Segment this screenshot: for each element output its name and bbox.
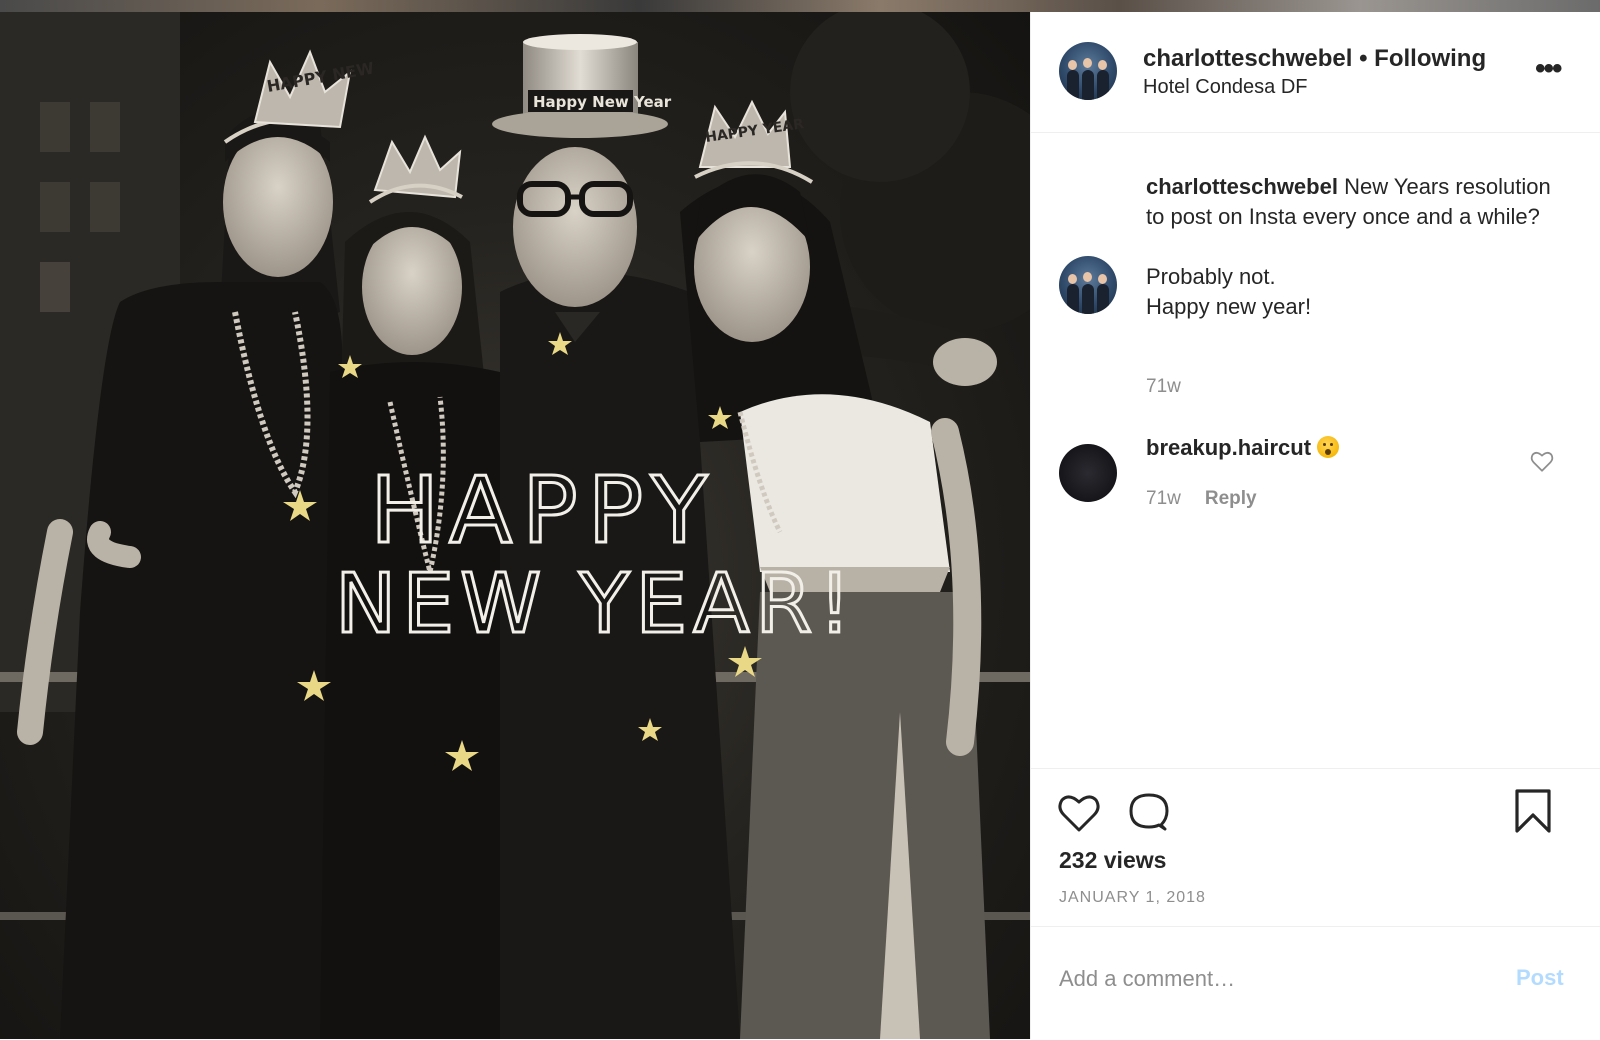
follow-separator: •	[1352, 45, 1375, 72]
handwritten-new-year-text: NEW YEAR!	[335, 557, 857, 652]
post-comment-button[interactable]: Post	[1516, 965, 1564, 991]
commenter-username-link[interactable]: breakup.haircut	[1146, 435, 1311, 460]
caption-text-line2: Probably not.	[1146, 264, 1276, 289]
post-caption: charlotteschwebel New Years resolution t…	[1146, 172, 1566, 322]
post-actions: 232 views JANUARY 1, 2018	[1031, 768, 1600, 939]
hushed-face-emoji-icon	[1317, 436, 1340, 458]
post-photo[interactable]: HAPPY NEW Happy New Year HAPPY YEAR HAPP…	[0, 12, 1030, 1039]
comment-meta: 71w Reply	[1146, 488, 1257, 510]
tiara-middle	[368, 134, 463, 204]
caption-timestamp[interactable]: 71w	[1146, 376, 1181, 398]
reply-button[interactable]: Reply	[1205, 488, 1257, 509]
commenter-avatar[interactable]	[1059, 444, 1117, 502]
caption-text-line3: Happy new year!	[1146, 294, 1312, 319]
add-comment-input[interactable]	[1059, 961, 1479, 997]
photo-scene: HAPPY NEW Happy New Year HAPPY YEAR HAPP…	[0, 12, 1030, 1039]
comment-timestamp[interactable]: 71w	[1146, 488, 1181, 509]
handwritten-happy-text: HAPPY	[370, 457, 717, 564]
caption-username-link[interactable]: charlotteschwebel	[1146, 174, 1338, 199]
comment-bubble-icon[interactable]	[1123, 789, 1171, 837]
add-comment-bar: Post	[1031, 926, 1600, 1040]
like-heart-icon[interactable]	[1055, 789, 1103, 837]
location-link[interactable]: Hotel Condesa DF	[1143, 76, 1308, 99]
author-username-row: charlotteschwebel • Following	[1143, 45, 1486, 73]
following-button[interactable]: Following	[1374, 45, 1486, 72]
save-bookmark-icon[interactable]	[1513, 787, 1553, 835]
hat-text: Happy New Year	[533, 93, 672, 111]
post-header: charlotteschwebel • Following Hotel Cond…	[1031, 12, 1600, 133]
comment-row: breakup.haircut	[1146, 435, 1340, 461]
author-username-link[interactable]: charlotteschwebel	[1143, 45, 1352, 72]
background-feed-strip	[0, 0, 1600, 12]
author-avatar[interactable]	[1059, 42, 1117, 100]
comment-like-heart-icon[interactable]	[1529, 448, 1555, 474]
view-count[interactable]: 232 views	[1059, 847, 1166, 874]
more-options-icon[interactable]: •••	[1535, 52, 1562, 86]
post-date[interactable]: JANUARY 1, 2018	[1059, 889, 1206, 907]
top-hat: Happy New Year	[492, 34, 672, 138]
caption-author-avatar[interactable]	[1059, 256, 1117, 314]
post-details-panel: charlotteschwebel • Following Hotel Cond…	[1030, 12, 1600, 1039]
